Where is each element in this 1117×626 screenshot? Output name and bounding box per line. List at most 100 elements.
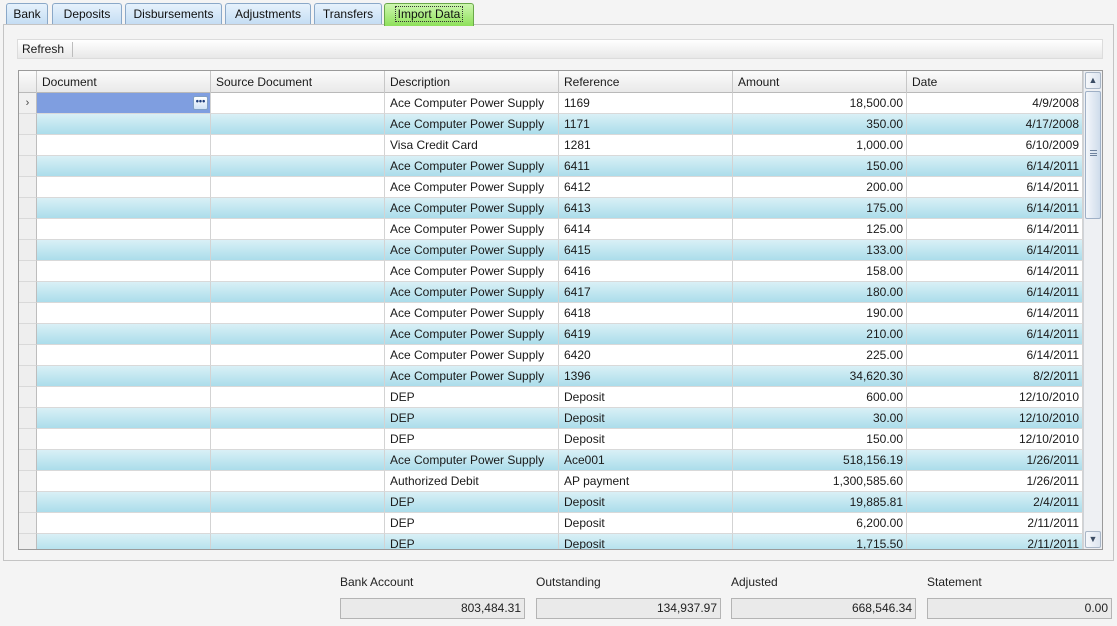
document-cell[interactable] [37,261,211,282]
table-row[interactable]: DEP Deposit 600.00 12/10/2010 [19,387,1083,408]
document-cell[interactable] [37,177,211,198]
reference-cell[interactable]: 1396 [559,366,733,387]
table-row[interactable]: Ace Computer Power Supply 6413 175.00 6/14/… [19,198,1083,219]
document-cell[interactable] [37,534,211,549]
document-cell[interactable] [37,324,211,345]
date-cell[interactable]: 6/14/2011 [907,177,1083,198]
document-cell[interactable] [37,513,211,534]
table-row[interactable]: DEP Deposit 1,715.50 2/11/2011 [19,534,1083,549]
document-cell[interactable] [37,240,211,261]
row-header[interactable] [19,198,37,219]
source-document-cell[interactable] [211,387,385,408]
reference-cell[interactable]: 6414 [559,219,733,240]
amount-cell[interactable]: 350.00 [733,114,907,135]
source-document-cell[interactable] [211,240,385,261]
column-header-reference[interactable]: Reference [559,71,733,93]
column-header-document[interactable]: Document [37,71,211,93]
tab-transfers[interactable]: Transfers [314,3,382,25]
amount-cell[interactable]: 600.00 [733,387,907,408]
row-header[interactable] [19,471,37,492]
description-cell[interactable]: Ace Computer Power Supply [385,114,559,135]
reference-cell[interactable]: 6417 [559,282,733,303]
source-document-cell[interactable] [211,135,385,156]
reference-cell[interactable]: 1171 [559,114,733,135]
tab-adjustments[interactable]: Adjustments [225,3,311,25]
description-cell[interactable]: Visa Credit Card [385,135,559,156]
document-cell[interactable] [37,471,211,492]
amount-cell[interactable]: 125.00 [733,219,907,240]
document-cell[interactable] [37,429,211,450]
row-header[interactable] [19,387,37,408]
description-cell[interactable]: Ace Computer Power Supply [385,198,559,219]
vertical-scrollbar[interactable]: ▲ ▼ [1083,71,1102,549]
source-document-cell[interactable] [211,513,385,534]
table-row[interactable]: Ace Computer Power Supply 6414 125.00 6/14/… [19,219,1083,240]
table-row[interactable]: Ace Computer Power Supply 6415 133.00 6/14/… [19,240,1083,261]
source-document-cell[interactable] [211,261,385,282]
date-cell[interactable]: 6/14/2011 [907,240,1083,261]
description-cell[interactable]: Authorized Debit [385,471,559,492]
amount-cell[interactable]: 1,000.00 [733,135,907,156]
reference-cell[interactable]: Deposit [559,408,733,429]
description-cell[interactable]: DEP [385,387,559,408]
amount-cell[interactable]: 6,200.00 [733,513,907,534]
document-cell[interactable] [37,387,211,408]
description-cell[interactable]: Ace Computer Power Supply [385,156,559,177]
source-document-cell[interactable] [211,324,385,345]
date-cell[interactable]: 6/14/2011 [907,198,1083,219]
description-cell[interactable]: Ace Computer Power Supply [385,261,559,282]
source-document-cell[interactable] [211,177,385,198]
document-cell[interactable] [37,282,211,303]
row-header[interactable] [19,135,37,156]
description-cell[interactable]: DEP [385,513,559,534]
row-header[interactable] [19,513,37,534]
table-row[interactable]: Ace Computer Power Supply 6411 150.00 6/14/… [19,156,1083,177]
source-document-cell[interactable] [211,429,385,450]
amount-cell[interactable]: 225.00 [733,345,907,366]
document-cell[interactable] [37,366,211,387]
tab-disbursements[interactable]: Disbursements [125,3,222,25]
table-row[interactable]: Ace Computer Power Supply 6412 200.00 6/14/… [19,177,1083,198]
amount-cell[interactable]: 180.00 [733,282,907,303]
tab-import-data[interactable]: Import Data [384,3,474,26]
description-cell[interactable]: Ace Computer Power Supply [385,282,559,303]
date-cell[interactable]: 12/10/2010 [907,387,1083,408]
source-document-cell[interactable] [211,198,385,219]
reference-cell[interactable]: 6418 [559,303,733,324]
row-header[interactable] [19,303,37,324]
row-header[interactable] [19,408,37,429]
reference-cell[interactable]: Deposit [559,492,733,513]
amount-cell[interactable]: 200.00 [733,177,907,198]
reference-cell[interactable]: 1169 [559,93,733,114]
amount-cell[interactable]: 175.00 [733,198,907,219]
date-cell[interactable]: 6/14/2011 [907,345,1083,366]
amount-cell[interactable]: 18,500.00 [733,93,907,114]
reference-cell[interactable]: 6420 [559,345,733,366]
row-header[interactable] [19,114,37,135]
arrow-up-icon[interactable]: ▲ [1085,72,1101,89]
date-cell[interactable]: 2/4/2011 [907,492,1083,513]
source-document-cell[interactable] [211,492,385,513]
reference-cell[interactable]: 6416 [559,261,733,282]
row-header[interactable] [19,219,37,240]
description-cell[interactable]: Ace Computer Power Supply [385,345,559,366]
document-cell[interactable]: ••• [37,93,211,114]
document-cell[interactable] [37,156,211,177]
source-document-cell[interactable] [211,114,385,135]
description-cell[interactable]: Ace Computer Power Supply [385,219,559,240]
bank-account-field[interactable]: 803,484.31 [340,598,525,619]
table-row[interactable]: Ace Computer Power Supply Ace001 518,156.1… [19,450,1083,471]
source-document-cell[interactable] [211,303,385,324]
reference-cell[interactable]: Deposit [559,387,733,408]
document-cell[interactable] [37,114,211,135]
amount-cell[interactable]: 133.00 [733,240,907,261]
amount-cell[interactable]: 150.00 [733,429,907,450]
date-cell[interactable]: 6/14/2011 [907,303,1083,324]
reference-cell[interactable]: Ace001 [559,450,733,471]
date-cell[interactable]: 1/26/2011 [907,450,1083,471]
reference-cell[interactable]: 1281 [559,135,733,156]
table-row[interactable]: Ace Computer Power Supply 6417 180.00 6/14/… [19,282,1083,303]
row-header[interactable] [19,177,37,198]
amount-cell[interactable]: 19,885.81 [733,492,907,513]
statement-field[interactable]: 0.00 [927,598,1112,619]
